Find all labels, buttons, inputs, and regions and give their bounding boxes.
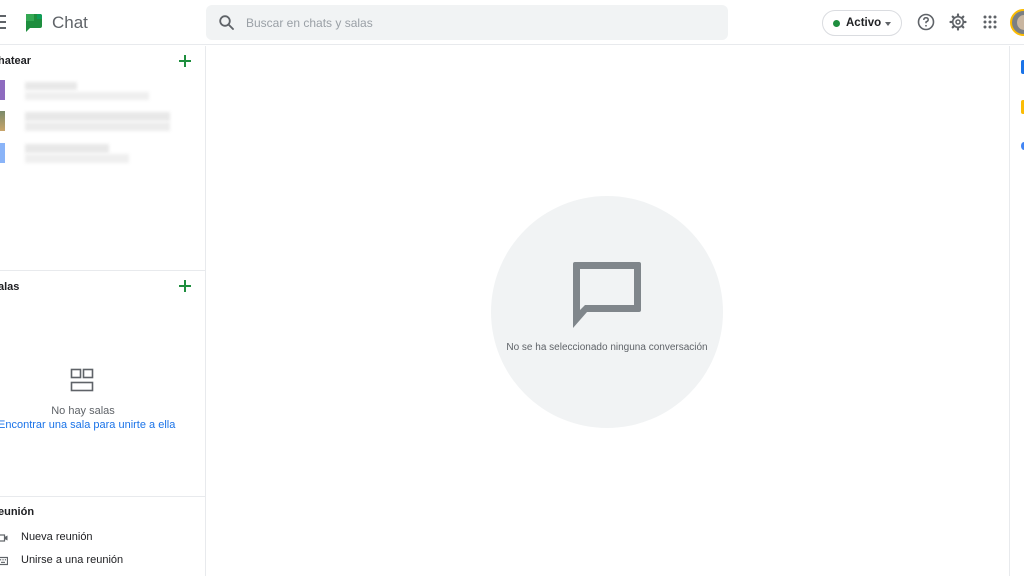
chat-name [25, 144, 109, 153]
status-dropdown[interactable]: Activo [822, 10, 902, 36]
avatar [0, 111, 5, 131]
chat-preview [25, 122, 170, 131]
menu-icon[interactable] [0, 12, 10, 32]
status-dot [833, 20, 840, 27]
chat-name [25, 112, 170, 121]
sidebar: hatear alas No hay salas Encontrar una s… [0, 46, 206, 576]
chat-preview [25, 92, 149, 100]
app-title[interactable]: Chat [52, 12, 88, 34]
empty-state-text: No se ha seleccionado ninguna conversaci… [506, 342, 708, 353]
divider [0, 270, 206, 271]
avatar [0, 143, 5, 163]
rooms-section-title: alas [0, 281, 20, 293]
conversation-pane: No se ha seleccionado ninguna conversaci… [207, 46, 1009, 576]
search-input[interactable] [246, 5, 716, 40]
avatar [0, 80, 5, 100]
new-meeting-item[interactable]: Nueva reunión [0, 530, 118, 548]
chat-item[interactable] [0, 143, 200, 167]
video-icon [0, 534, 8, 542]
join-meeting-label: Unirse a una reunión [21, 554, 124, 566]
meet-section-title: eunión [0, 506, 35, 518]
join-meeting-item[interactable]: Unirse a una reunión [0, 553, 138, 571]
divider [0, 496, 206, 497]
help-icon[interactable] [916, 12, 936, 32]
empty-state: No se ha seleccionado ninguna conversaci… [491, 196, 723, 428]
chat-item[interactable] [0, 111, 200, 135]
chat-item[interactable] [0, 80, 200, 104]
new-meeting-label: Nueva reunión [21, 531, 93, 543]
top-bar: Chat Activo [0, 0, 1024, 45]
new-room-button[interactable] [178, 279, 192, 293]
avatar-face [1017, 15, 1024, 30]
keyboard-icon [0, 556, 8, 566]
find-room-link[interactable]: Encontrar una sala para unirte a ella [0, 419, 175, 431]
chat-name [25, 82, 77, 90]
search-icon[interactable] [218, 14, 235, 31]
rooms-empty-text: No hay salas [51, 405, 115, 417]
new-chat-button[interactable] [178, 54, 192, 68]
apps-grid-icon[interactable] [980, 12, 1000, 32]
chevron-down-icon [885, 22, 891, 26]
status-label: Activo [846, 17, 882, 29]
gear-icon[interactable] [948, 12, 968, 32]
chat-section-title: hatear [0, 55, 32, 67]
side-panel-rail [1009, 46, 1024, 576]
chat-logo-icon[interactable] [22, 12, 44, 34]
chat-bubble-icon [573, 262, 641, 328]
search-bar[interactable] [206, 5, 728, 40]
chat-preview [25, 154, 129, 163]
rooms-icon [70, 368, 94, 392]
avatar[interactable] [1010, 9, 1024, 36]
